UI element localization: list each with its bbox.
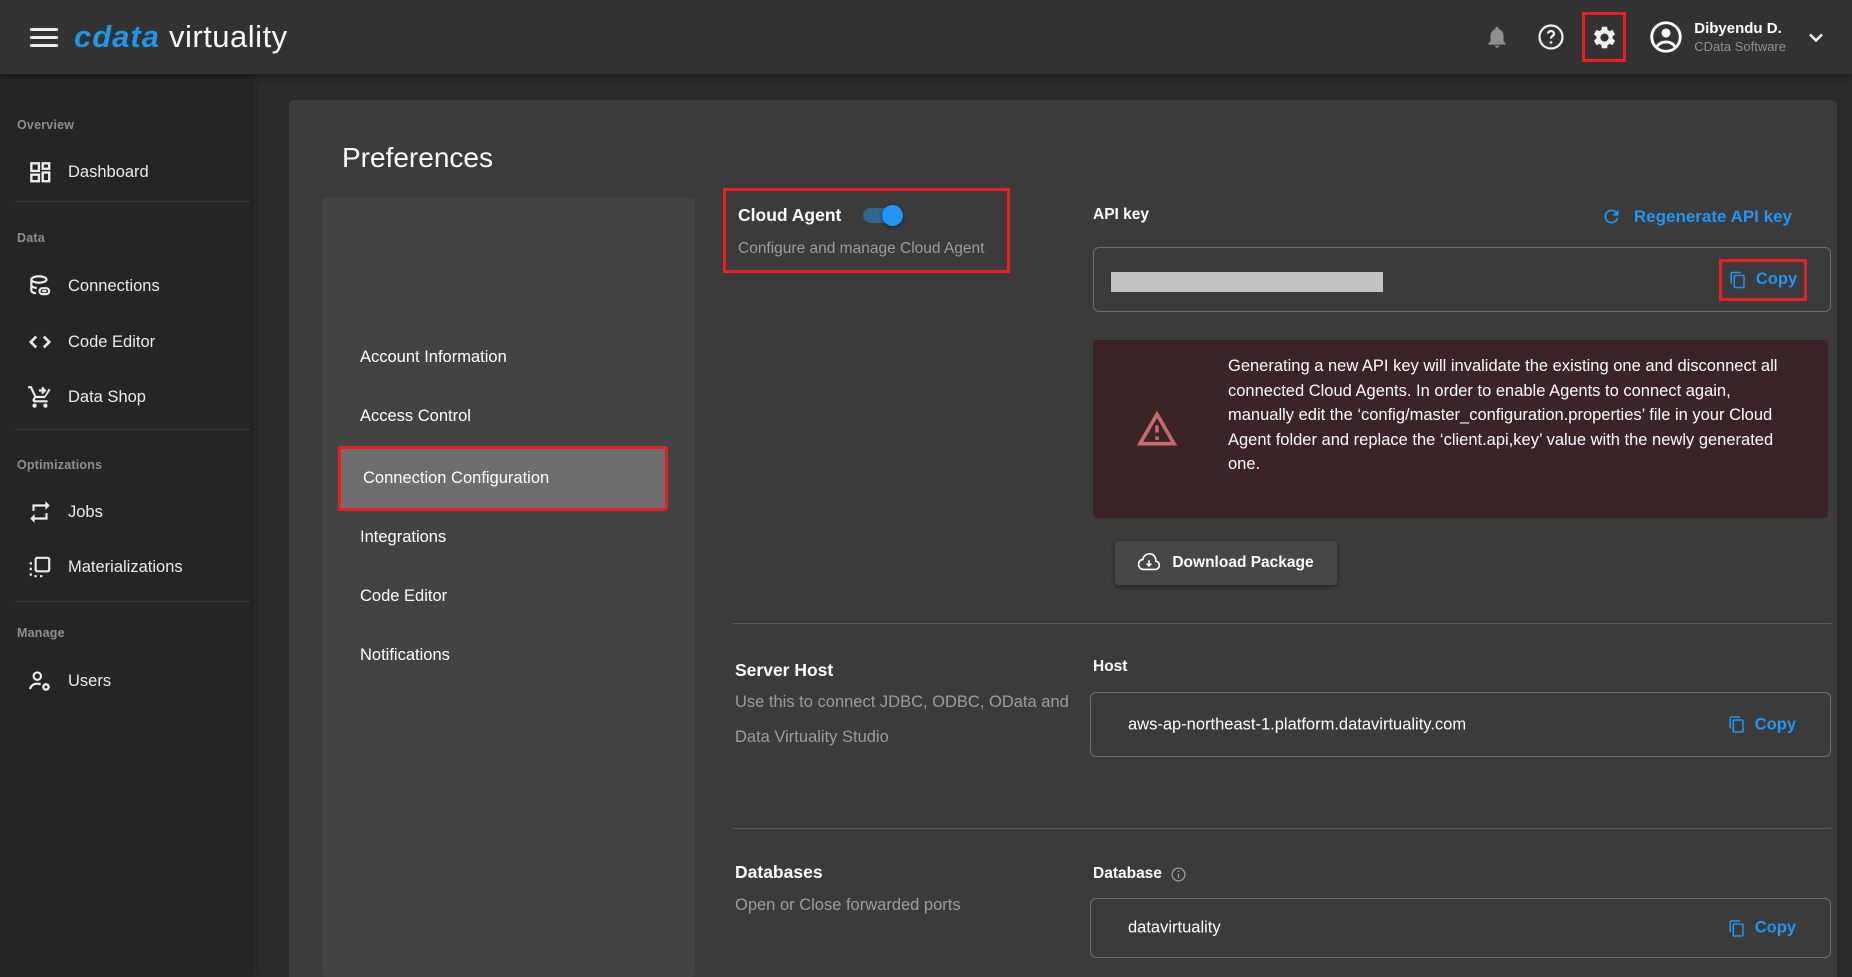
cloud-agent-toggle[interactable] [863,208,900,223]
regenerate-api-key-link[interactable]: Regenerate API key [1601,206,1792,227]
sidebar-section-optimizations: Optimizations [17,458,102,472]
refresh-icon [1601,206,1622,227]
databases-title: Databases [735,862,823,883]
app-window: cdata virtuality Dibyendu D. CData Softw… [0,0,1852,977]
cloud-agent-title: Cloud Agent [738,205,841,226]
sidebar-divider [15,201,250,202]
topbar-actions: Dibyendu D. CData Software [1484,0,1828,74]
sidebar-item-data-shop[interactable]: Data Shop [0,379,250,415]
chevron-down-icon[interactable] [1804,25,1828,49]
api-key-warning: Generating a new API key will invalidate… [1093,340,1828,518]
copy-icon [1728,919,1746,937]
connections-icon [27,273,53,299]
sidebar-item-dashboard[interactable]: Dashboard [0,154,250,190]
tab-connection-configuration[interactable]: Connection Configuration [338,446,668,511]
help-icon[interactable] [1536,22,1566,52]
host-value: aws-ap-northeast-1.platform.datavirtuali… [1128,715,1466,734]
section-divider [733,623,1831,624]
sidebar-item-users[interactable]: Users [0,663,250,699]
sidebar-section-data: Data [17,231,45,245]
topbar: cdata virtuality Dibyendu D. CData Softw… [0,0,1852,74]
user-organization: CData Software [1694,39,1786,54]
sidebar-section-manage: Manage [17,626,65,640]
tab-notifications[interactable]: Notifications [338,627,668,684]
settings-gear-icon[interactable] [1582,12,1626,62]
toggle-thumb [882,205,903,226]
api-key-masked-value [1111,272,1383,292]
download-package-button[interactable]: Download Package [1115,541,1337,585]
user-name: Dibyendu D. [1694,20,1786,37]
sidebar-item-code-editor[interactable]: Code Editor [0,324,250,360]
tab-code-editor[interactable]: Code Editor [338,568,668,625]
tab-access-control[interactable]: Access Control [338,388,668,445]
cloud-agent-description: Configure and manage Cloud Agent [738,240,984,258]
user-gear-icon [27,668,53,694]
logo: cdata virtuality [74,19,288,55]
section-divider [733,828,1831,829]
notifications-bell-icon[interactable] [1484,24,1510,50]
server-host-description: Use this to connect JDBC, ODBC, OData an… [735,685,1075,755]
dashboard-icon [27,159,53,185]
databases-description: Open or Close forwarded ports [735,888,1075,923]
preferences-card: Preferences Account Information Access C… [289,100,1837,977]
database-copy-button[interactable]: Copy [1728,919,1796,938]
tab-account-information[interactable]: Account Information [338,329,668,386]
copy-icon [1728,716,1746,734]
cloud-download-icon [1138,552,1160,574]
logo-cdata: cdata [74,19,160,55]
code-icon [27,329,53,355]
user-menu[interactable]: Dibyendu D. CData Software [1694,20,1786,54]
sidebar-divider [15,601,250,602]
database-label: Database [1093,865,1187,883]
host-label: Host [1093,658,1127,676]
warning-text: Generating a new API key will invalidate… [1228,354,1786,477]
logo-virtuality: virtuality [169,19,288,55]
copy-icon [1729,271,1747,289]
info-icon[interactable] [1170,866,1187,883]
menu-icon[interactable] [30,28,58,47]
sidebar-item-connections[interactable]: Connections [0,268,250,304]
sidebar-item-materializations[interactable]: Materializations [0,549,250,585]
api-key-field[interactable]: Copy [1093,247,1831,312]
database-value: datavirtuality [1128,919,1221,938]
sidebar-divider [15,429,250,430]
page-title: Preferences [342,142,493,174]
host-field[interactable]: aws-ap-northeast-1.platform.datavirtuali… [1090,692,1831,757]
cart-icon [27,384,53,410]
repeat-icon [27,499,53,525]
api-key-label: API key [1093,206,1149,224]
sidebar-section-overview: Overview [17,118,74,132]
materializations-icon [27,554,53,580]
preferences-nav: Account Information Access Control Conne… [322,198,695,977]
tab-integrations[interactable]: Integrations [338,509,668,566]
sidebar: Overview Dashboard Data Connections Code… [0,74,250,977]
warning-triangle-icon [1135,407,1179,451]
server-host-title: Server Host [735,660,833,681]
avatar-icon[interactable] [1648,19,1684,55]
api-key-copy-button[interactable]: Copy [1719,259,1807,301]
cloud-agent-section: Cloud Agent Configure and manage Cloud A… [723,188,1010,273]
host-copy-button[interactable]: Copy [1728,715,1796,734]
database-field[interactable]: datavirtuality Copy [1090,898,1831,958]
sidebar-item-jobs[interactable]: Jobs [0,494,250,530]
